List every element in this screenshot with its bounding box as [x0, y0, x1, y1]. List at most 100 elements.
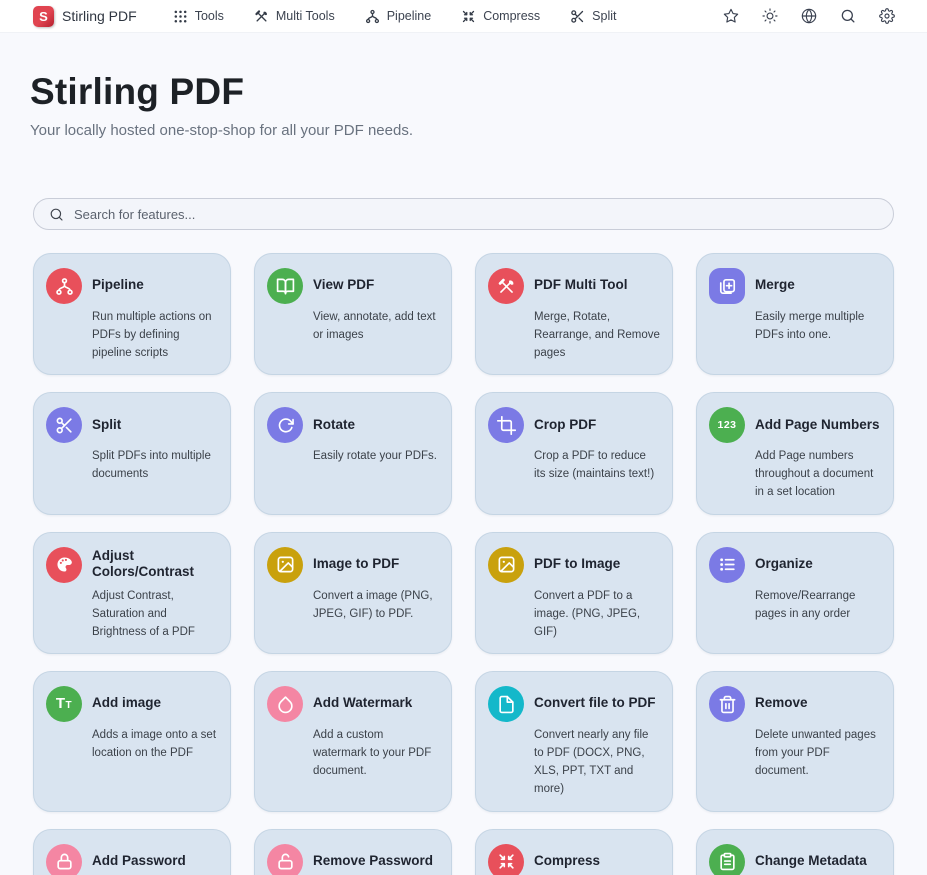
tool-card-title: Image to PDF — [313, 546, 439, 583]
trash-icon — [709, 686, 745, 722]
tool-card-text: Image to PDF Convert a image (PNG, JPEG,… — [313, 546, 439, 641]
app-brand[interactable]: S Stirling PDF — [33, 6, 137, 27]
tool-card-title: Change Metadata — [755, 843, 881, 875]
tool-card-pdf-multi-tool[interactable]: PDF Multi Tool Merge, Rotate, Rearrange,… — [475, 253, 673, 375]
tool-card-remove-password[interactable]: Remove Password Remove password protecti… — [254, 829, 452, 875]
tool-card-text: Adjust Colors/Contrast Adjust Contrast, … — [92, 546, 218, 641]
language-globe-icon[interactable] — [800, 8, 817, 25]
nav-item-tools[interactable]: Tools — [173, 9, 224, 24]
tool-card-text: Merge Easily merge multiple PDFs into on… — [755, 267, 881, 362]
tool-card-description: Run multiple actions on PDFs by defining… — [92, 309, 218, 362]
tool-card-description: View, annotate, add text or images — [313, 309, 439, 345]
tool-card-add-password[interactable]: Add Password Encrypt your PDF document w… — [33, 829, 231, 875]
tool-card-merge[interactable]: Merge Easily merge multiple PDFs into on… — [696, 253, 894, 375]
nav-item-split[interactable]: Split — [570, 9, 616, 24]
settings-gear-icon[interactable] — [878, 8, 895, 25]
tool-card-description: Split PDFs into multiple documents — [92, 448, 218, 484]
tool-card-title: Add Watermark — [313, 685, 439, 722]
search-input[interactable] — [74, 207, 878, 222]
tool-card-title: Crop PDF — [534, 406, 660, 443]
theme-light-icon[interactable] — [761, 8, 778, 25]
tool-card-text: Add Watermark Add a custom watermark to … — [313, 685, 439, 798]
brand-name: Stirling PDF — [62, 8, 137, 24]
rotate-icon — [267, 407, 303, 443]
compress-icon — [461, 9, 476, 24]
crop-icon — [488, 407, 524, 443]
scissors-icon — [570, 9, 585, 24]
tool-card-title: Merge — [755, 267, 881, 304]
image-icon — [267, 547, 303, 583]
tool-card-description: Add Page numbers throughout a document i… — [755, 448, 881, 501]
tool-card-adjust-colors-contrast[interactable]: Adjust Colors/Contrast Adjust Contrast, … — [33, 532, 231, 654]
tool-card-title: Add Page Numbers — [755, 406, 881, 443]
tool-card-add-watermark[interactable]: Add Watermark Add a custom watermark to … — [254, 671, 452, 811]
search-icon[interactable] — [839, 8, 856, 25]
tool-card-convert-file-to-pdf[interactable]: Convert file to PDF Convert nearly any f… — [475, 671, 673, 811]
tool-card-text: PDF Multi Tool Merge, Rotate, Rearrange,… — [534, 267, 660, 362]
nav-item-label: Multi Tools — [276, 9, 335, 23]
unlock-icon — [267, 844, 303, 875]
tool-card-title: Compress — [534, 843, 660, 875]
book-open-icon — [267, 268, 303, 304]
tool-card-text: Split Split PDFs into multiple documents — [92, 406, 218, 501]
tool-card-description: Convert a PDF to a image. (PNG, JPEG, GI… — [534, 588, 660, 641]
tool-card-title: Split — [92, 406, 218, 443]
image-icon — [488, 547, 524, 583]
tool-card-text: Organize Remove/Rearrange pages in any o… — [755, 546, 881, 641]
lock-icon — [46, 844, 82, 875]
tools-icon — [254, 9, 269, 24]
tool-card-view-pdf[interactable]: View PDF View, annotate, add text or ima… — [254, 253, 452, 375]
tool-card-title: View PDF — [313, 267, 439, 304]
tool-card-title: Remove Password — [313, 843, 439, 875]
tool-card-text: PDF to Image Convert a PDF to a image. (… — [534, 546, 660, 641]
tool-card-remove[interactable]: Remove Delete unwanted pages from your P… — [696, 671, 894, 811]
tool-card-text: Rotate Easily rotate your PDFs. — [313, 406, 439, 501]
tool-card-pdf-to-image[interactable]: PDF to Image Convert a PDF to a image. (… — [475, 532, 673, 654]
tool-card-description: Delete unwanted pages from your PDF docu… — [755, 727, 881, 780]
tool-card-split[interactable]: Split Split PDFs into multiple documents — [33, 392, 231, 514]
tool-card-compress[interactable]: Compress Compress PDFs to reduce their f… — [475, 829, 673, 875]
tool-card-title: PDF to Image — [534, 546, 660, 583]
tool-card-image-to-pdf[interactable]: Image to PDF Convert a image (PNG, JPEG,… — [254, 532, 452, 654]
nav-item-pipeline[interactable]: Pipeline — [365, 9, 431, 24]
tool-card-text: Crop PDF Crop a PDF to reduce its size (… — [534, 406, 660, 501]
nav-item-label: Tools — [195, 9, 224, 23]
feature-search-bar — [33, 198, 894, 230]
tool-card-crop-pdf[interactable]: Crop PDF Crop a PDF to reduce its size (… — [475, 392, 673, 514]
tool-card-description: Easily rotate your PDFs. — [313, 448, 439, 466]
tool-card-add-image[interactable]: TT Add image Adds a image onto a set loc… — [33, 671, 231, 811]
tool-card-description: Convert nearly any file to PDF (DOCX, PN… — [534, 727, 660, 798]
tool-card-title: Pipeline — [92, 267, 218, 304]
pipeline-icon — [365, 9, 380, 24]
tool-card-description: Crop a PDF to reduce its size (maintains… — [534, 448, 660, 484]
tool-card-change-metadata[interactable]: Change Metadata Change/Remove/Add metada… — [696, 829, 894, 875]
tool-card-title: Organize — [755, 546, 881, 583]
tool-card-text: Change Metadata Change/Remove/Add metada… — [755, 843, 881, 875]
list-icon — [709, 547, 745, 583]
tool-card-description: Adds a image onto a set location on the … — [92, 727, 218, 763]
tool-card-organize[interactable]: Organize Remove/Rearrange pages in any o… — [696, 532, 894, 654]
file-icon — [488, 686, 524, 722]
nav-item-label: Pipeline — [387, 9, 431, 23]
tool-card-description: Remove/Rearrange pages in any order — [755, 588, 881, 624]
droplet-icon — [267, 686, 303, 722]
tool-card-text: Convert file to PDF Convert nearly any f… — [534, 685, 660, 798]
nav-item-multi-tools[interactable]: Multi Tools — [254, 9, 335, 24]
tool-card-text: Add Page Numbers Add Page numbers throug… — [755, 406, 881, 501]
tool-card-description: Easily merge multiple PDFs into one. — [755, 309, 881, 345]
tool-card-description: Merge, Rotate, Rearrange, and Remove pag… — [534, 309, 660, 362]
nav-item-label: Split — [592, 9, 616, 23]
clipboard-icon — [709, 844, 745, 875]
tool-card-add-page-numbers[interactable]: 123 Add Page Numbers Add Page numbers th… — [696, 392, 894, 514]
tool-card-description: Adjust Contrast, Saturation and Brightne… — [92, 588, 218, 641]
merge-pages-icon — [709, 268, 745, 304]
tool-card-title: Convert file to PDF — [534, 685, 660, 722]
pipeline-icon — [46, 268, 82, 304]
nav-item-compress[interactable]: Compress — [461, 9, 540, 24]
tool-card-pipeline[interactable]: Pipeline Run multiple actions on PDFs by… — [33, 253, 231, 375]
search-icon — [49, 207, 64, 222]
favorites-star-icon[interactable] — [722, 8, 739, 25]
compress-icon — [488, 844, 524, 875]
tool-card-title: Add image — [92, 685, 218, 722]
tool-card-rotate[interactable]: Rotate Easily rotate your PDFs. — [254, 392, 452, 514]
